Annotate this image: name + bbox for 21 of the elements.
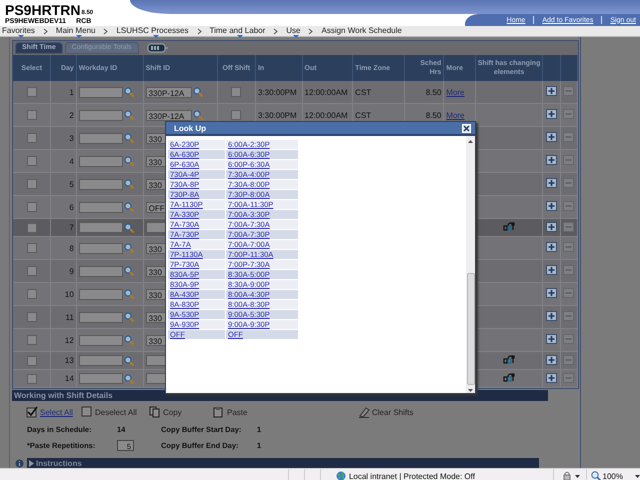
day-cell: 4 bbox=[50, 150, 76, 172]
table-cell: CST bbox=[352, 81, 404, 104]
table-cell: 3:30:00PM bbox=[255, 81, 302, 104]
day-cell: 8 bbox=[50, 236, 76, 260]
table-cell: 8.50 bbox=[404, 81, 444, 104]
day-cell: 10 bbox=[50, 282, 76, 306]
table-cell: 12:00:00AM bbox=[302, 81, 353, 104]
app-name: PS9HRTRN bbox=[5, 3, 80, 17]
day-cell: 13 bbox=[50, 352, 76, 370]
day-cell: 6 bbox=[50, 196, 76, 218]
day-cell: 1 bbox=[50, 81, 76, 104]
day-cell: 11 bbox=[50, 306, 76, 328]
day-cell: 3 bbox=[50, 126, 76, 150]
day-cell: 7 bbox=[50, 218, 76, 236]
day-cell: 2 bbox=[50, 104, 76, 126]
day-cell: 9 bbox=[50, 260, 76, 282]
day-cell: 14 bbox=[50, 370, 76, 388]
dialog-title: Look Up bbox=[174, 124, 206, 132]
day-cell: 12 bbox=[50, 328, 76, 352]
day-cell: 5 bbox=[50, 172, 76, 196]
security-zone: Local intranet | Protected Mode: Off bbox=[348, 472, 475, 480]
